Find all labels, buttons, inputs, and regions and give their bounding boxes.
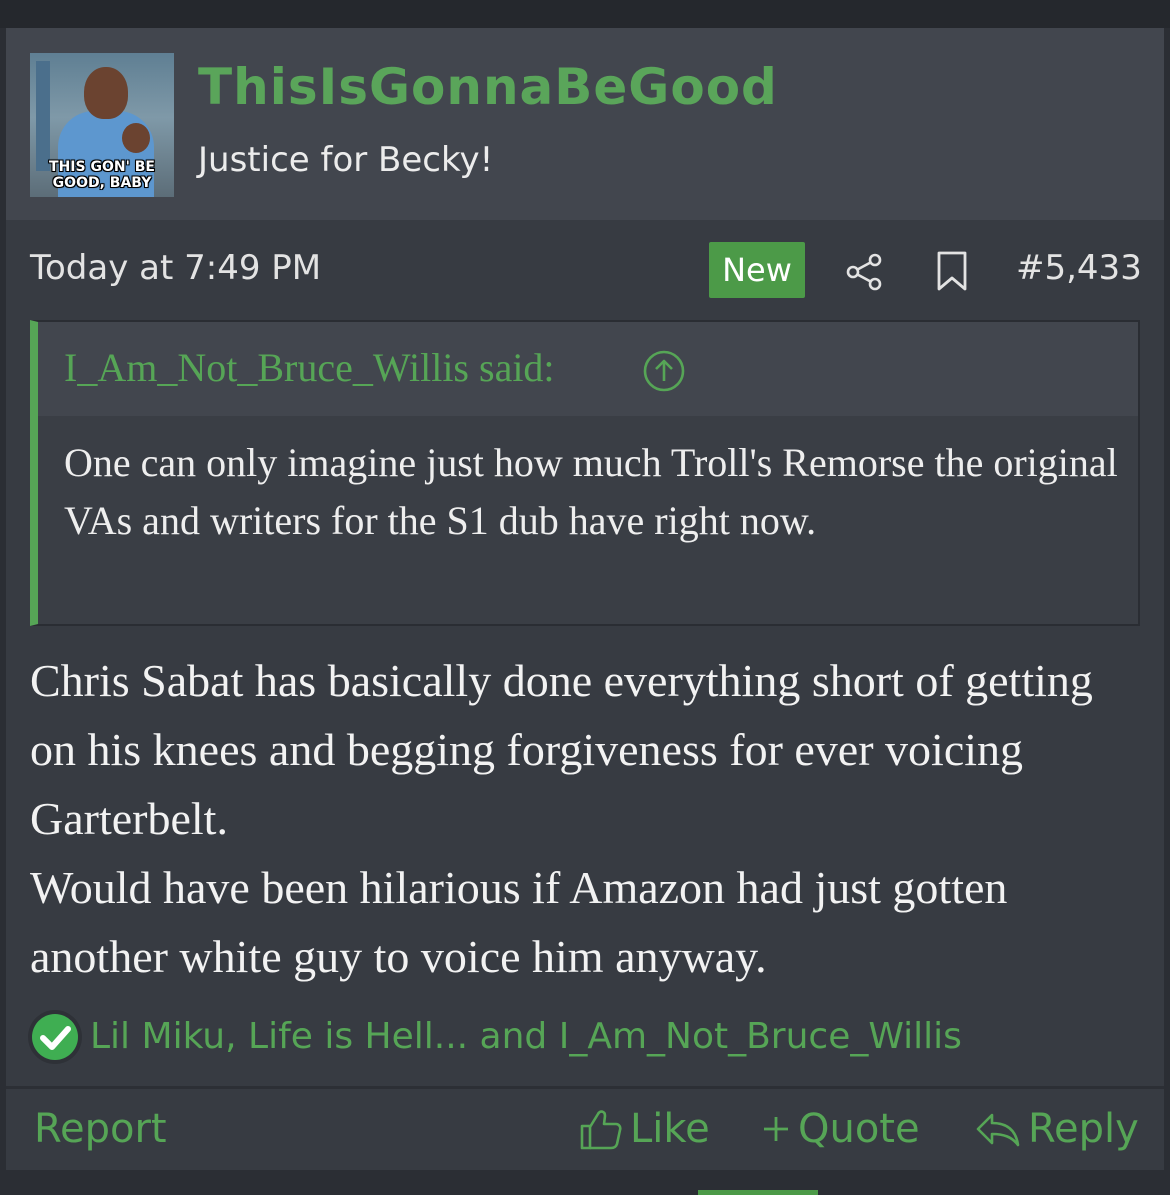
actions-divider: [6, 1086, 1164, 1089]
message-body: Chris Sabat has basically done everythin…: [30, 646, 1150, 991]
avatar-figure-hand: [122, 123, 150, 153]
quote-block: I_Am_Not_Bruce_Willis said: One can only…: [30, 320, 1140, 626]
post-meta: Today at 7:49 PM New #5,433: [6, 240, 1164, 304]
bottom-indicator: [698, 1190, 818, 1195]
share-icon[interactable]: [844, 252, 884, 292]
report-button[interactable]: Report: [34, 1106, 167, 1152]
username[interactable]: ThisIsGonnaBeGood: [198, 58, 778, 116]
checkmark-reaction-icon: [28, 1010, 82, 1064]
user-header: THIS GON' BE GOOD, BABY ThisIsGonnaBeGoo…: [6, 28, 1164, 220]
quote-author[interactable]: I_Am_Not_Bruce_Willis said:: [64, 344, 555, 391]
arrow-up-circle-icon[interactable]: [642, 349, 686, 393]
like-button[interactable]: Like: [578, 1106, 710, 1152]
reply-button[interactable]: Reply: [974, 1106, 1139, 1152]
user-title: Justice for Becky!: [198, 140, 494, 180]
new-badge: New: [709, 242, 805, 298]
message-paragraph: Chris Sabat has basically done everythin…: [30, 655, 1093, 844]
reply-label: Reply: [1028, 1106, 1139, 1152]
quote-button[interactable]: Quote: [760, 1106, 920, 1152]
avatar-sign: [36, 61, 50, 171]
reactions-list[interactable]: Lil Miku, Life is Hell... and I_Am_Not_B…: [90, 1016, 962, 1057]
post-timestamp[interactable]: Today at 7:49 PM: [30, 248, 321, 288]
quote-label: Quote: [798, 1106, 920, 1152]
reply-arrow-icon: [976, 1113, 1020, 1147]
like-label: Like: [630, 1106, 710, 1152]
bookmark-icon[interactable]: [934, 250, 970, 292]
report-label: Report: [34, 1106, 167, 1152]
top-strip: [0, 0, 1170, 28]
reactions-bar: Lil Miku, Life is Hell... and I_Am_Not_B…: [26, 1008, 1146, 1068]
thumbs-up-icon: [580, 1110, 622, 1150]
message-paragraph: Would have been hilarious if Amazon had …: [30, 862, 1008, 982]
post-number[interactable]: #5,433: [1016, 248, 1142, 288]
avatar-caption: THIS GON' BE GOOD, BABY: [49, 159, 155, 191]
plus-icon: [764, 1117, 788, 1141]
avatar-figure-head: [84, 67, 128, 119]
quote-header: I_Am_Not_Bruce_Willis said:: [38, 322, 1138, 416]
post-actions: Report Like Quote Reply: [6, 1092, 1164, 1170]
quote-text: One can only imagine just how much Troll…: [64, 440, 1118, 543]
forum-post: THIS GON' BE GOOD, BABY ThisIsGonnaBeGoo…: [6, 28, 1164, 1170]
avatar[interactable]: THIS GON' BE GOOD, BABY: [30, 53, 174, 197]
